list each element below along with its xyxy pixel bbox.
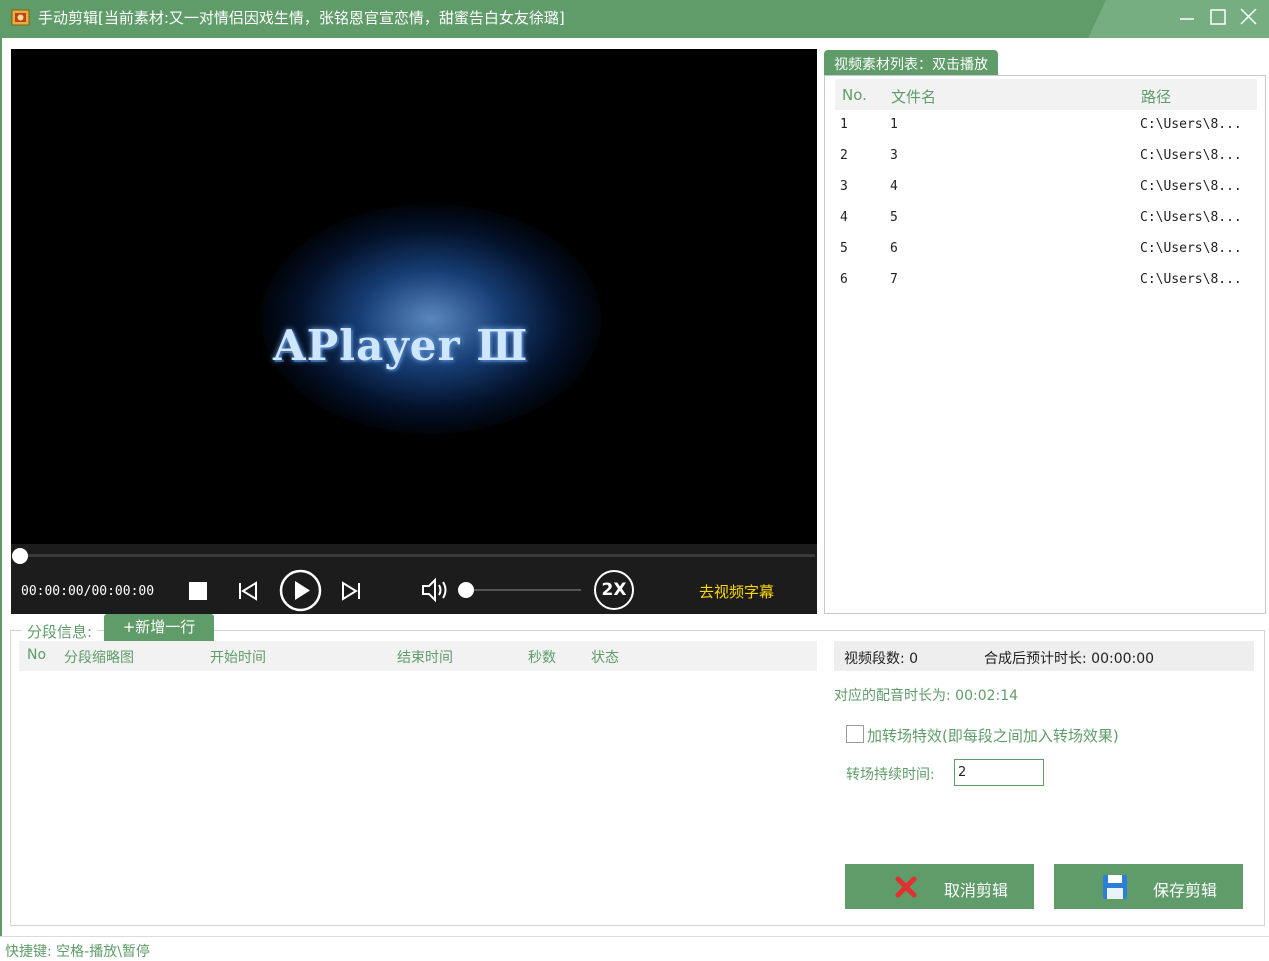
video-viewport[interactable]: APlayer Ⅲ xyxy=(11,49,817,544)
segment-table-header: No 分段缩略图 开始时间 结束时间 秒数 状态 xyxy=(19,641,817,671)
column-seconds[interactable]: 秒数 xyxy=(528,647,556,667)
save-edit-label: 保存剪辑 xyxy=(1153,881,1218,900)
segment-info-legend: 分段信息: xyxy=(22,621,98,642)
app-icon xyxy=(11,8,31,27)
column-thumbnail[interactable]: 分段缩略图 xyxy=(64,647,134,667)
shortcut-hint: 快捷键: 空格-播放\暂停 xyxy=(5,944,150,960)
list-item[interactable]: 6 7 C:\Users\8... xyxy=(835,265,1257,296)
column-path[interactable]: 路径 xyxy=(1141,86,1171,107)
maximize-button[interactable] xyxy=(1205,6,1231,32)
skip-next-icon xyxy=(342,581,360,601)
media-list-tab: 视频素材列表：双击播放 xyxy=(824,50,998,76)
close-button[interactable] xyxy=(1236,6,1262,32)
skip-previous-icon xyxy=(239,581,257,601)
remove-subtitles-link[interactable]: 去视频字幕 xyxy=(699,581,774,602)
column-filename[interactable]: 文件名 xyxy=(891,86,936,107)
progress-bar[interactable] xyxy=(19,554,815,557)
list-item[interactable]: 2 3 C:\Users\8... xyxy=(835,141,1257,172)
list-item[interactable]: 4 5 C:\Users\8... xyxy=(835,203,1257,234)
volume-handle[interactable] xyxy=(458,582,474,598)
transition-checkbox-label[interactable]: 加转场特效(即每段之间加入转场效果) xyxy=(867,725,1119,746)
status-bar: 快捷键: 空格-播放\暂停 xyxy=(0,936,1269,960)
transition-checkbox[interactable] xyxy=(846,725,864,743)
window-title: 手动剪辑[当前素材:又一对情侣因戏生情，张铭恩官宣恋情，甜蜜告白女友徐璐] xyxy=(38,9,565,27)
timecode: 00:00:00/00:00:00 xyxy=(21,584,155,599)
media-list-panel: No. 文件名 路径 1 1 C:\Users\8... 2 3 C:\User… xyxy=(824,75,1266,614)
speaker-icon xyxy=(422,577,447,603)
title-bar: 手动剪辑[当前素材:又一对情侣因戏生情，张铭恩官宣恋情，甜蜜告白女友徐璐] xyxy=(0,0,1269,38)
volume-button[interactable] xyxy=(420,577,450,607)
play-button[interactable] xyxy=(279,569,322,616)
cancel-edit-button[interactable]: 取消剪辑 xyxy=(845,864,1034,909)
stop-icon xyxy=(189,582,207,600)
stop-button[interactable] xyxy=(188,581,208,605)
list-item[interactable]: 5 6 C:\Users\8... xyxy=(835,234,1257,265)
player-controls: 00:00:00/00:00:00 2X 去视频字幕 xyxy=(11,544,817,614)
cancel-edit-label: 取消剪辑 xyxy=(944,881,1009,900)
playback-speed-button[interactable]: 2X xyxy=(594,570,634,610)
splash-logo: APlayer Ⅲ xyxy=(273,321,529,370)
progress-handle[interactable] xyxy=(12,548,28,564)
column-start-time[interactable]: 开始时间 xyxy=(210,647,266,667)
next-button[interactable] xyxy=(340,580,362,606)
add-row-button[interactable]: +新增一行 xyxy=(104,614,214,641)
list-item[interactable]: 3 4 C:\Users\8... xyxy=(835,172,1257,203)
splash-glow xyxy=(261,204,601,434)
play-icon xyxy=(279,569,322,612)
minimize-button[interactable] xyxy=(1174,6,1200,32)
previous-button[interactable] xyxy=(237,580,259,606)
transition-duration-input[interactable] xyxy=(954,759,1044,786)
save-edit-button[interactable]: 保存剪辑 xyxy=(1054,864,1243,909)
column-status[interactable]: 状态 xyxy=(591,647,619,667)
column-no[interactable]: No xyxy=(27,647,46,663)
media-list-header: No. 文件名 路径 xyxy=(835,79,1257,110)
stats-bar: 视频段数: 0 合成后预计时长: 00:00:00 xyxy=(834,641,1254,671)
dub-duration: 对应的配音时长为: 00:02:14 xyxy=(834,688,1019,704)
estimated-duration: 合成后预计时长: 00:00:00 xyxy=(984,651,1155,667)
volume-slider[interactable] xyxy=(463,589,581,591)
list-item[interactable]: 1 1 C:\Users\8... xyxy=(835,110,1257,141)
column-no[interactable]: No. xyxy=(842,86,867,104)
transition-duration-label: 转场持续时间: xyxy=(846,767,935,783)
cancel-icon xyxy=(895,876,917,898)
save-icon xyxy=(1103,875,1127,899)
segment-count: 视频段数: 0 xyxy=(844,651,919,667)
column-end-time[interactable]: 结束时间 xyxy=(397,647,453,667)
